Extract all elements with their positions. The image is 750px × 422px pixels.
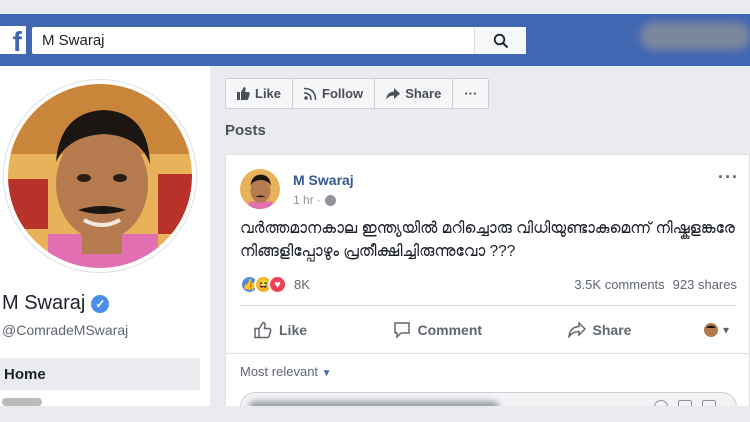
profile-picture[interactable] <box>4 80 196 272</box>
search-bar[interactable]: M Swaraj <box>32 27 526 54</box>
like-page-button[interactable]: Like <box>226 79 294 108</box>
share-count[interactable]: 923 shares <box>673 277 737 292</box>
thumbs-up-icon <box>237 87 250 100</box>
love-reaction-icon: ♥ <box>268 275 287 294</box>
post-like-button[interactable]: Like <box>240 321 321 339</box>
reaction-summary[interactable]: 👍 😆 ♥ 8K <box>240 275 310 294</box>
post-more-options[interactable]: ··· <box>718 167 739 188</box>
chevron-down-icon: ▾ <box>722 323 729 337</box>
redacted-area <box>640 22 750 50</box>
post-comment-button[interactable]: Comment <box>379 321 497 339</box>
reaction-count: 8K <box>294 277 310 292</box>
sidebar-item-next[interactable] <box>2 398 42 406</box>
profile-name-row: M Swaraj ✓ <box>2 292 110 315</box>
comment-sort-label: Most relevant <box>240 364 319 379</box>
facebook-page: f M Swaraj M Swaraj ✓ @ComradeMSwaraj Ho… <box>0 0 750 422</box>
sidebar-item-home[interactable]: Home <box>0 358 200 390</box>
share-label: Share <box>405 86 442 101</box>
page-avatar-icon <box>703 323 718 337</box>
post-share-label: Share <box>592 322 632 338</box>
search-input[interactable]: M Swaraj <box>32 32 474 49</box>
facebook-logo-icon[interactable]: f <box>0 26 26 54</box>
post-divider <box>240 305 737 306</box>
post-comment-label: Comment <box>417 322 483 338</box>
thumbs-up-outline-icon <box>254 321 272 339</box>
logo-letter: f <box>12 26 22 54</box>
comment-count[interactable]: 3.5K comments <box>574 277 664 292</box>
share-page-button[interactable]: Share <box>375 79 454 108</box>
post-share-button[interactable]: Share <box>554 322 646 338</box>
post-timestamp[interactable]: 1 hr · <box>293 193 337 207</box>
posts-heading: Posts <box>225 122 266 139</box>
caret-down-icon: ▼ <box>321 368 332 379</box>
verified-badge-icon: ✓ <box>91 294 110 313</box>
avatar <box>8 84 192 268</box>
follow-button[interactable]: Follow <box>293 79 376 108</box>
post-author-photo <box>240 169 280 209</box>
share-arrow-icon <box>386 87 401 99</box>
like-label: Like <box>255 86 282 101</box>
globe-icon <box>325 194 337 206</box>
page-action-bar: Like Follow Share ··· <box>225 78 490 109</box>
search-button[interactable] <box>474 27 526 54</box>
audience-picker[interactable]: ▾ <box>703 322 737 338</box>
search-icon <box>493 33 508 48</box>
bottom-background <box>0 406 750 422</box>
follow-label: Follow <box>322 86 364 101</box>
post-author-name[interactable]: M Swaraj <box>293 172 354 188</box>
profile-name[interactable]: M Swaraj <box>2 292 85 315</box>
post-body-text: വർത്തമാനകാല ഇന്ത്യയിൽ മറിച്ചൊരു വിധിയുണ്… <box>240 220 735 260</box>
top-background <box>0 0 750 14</box>
share-outline-icon <box>567 322 586 338</box>
post-action-bar: Like Comment Share ▾ <box>240 315 737 345</box>
more-options-button[interactable]: ··· <box>453 79 488 108</box>
post-like-label: Like <box>279 322 308 338</box>
profile-handle: @ComradeMSwaraj <box>2 322 129 338</box>
post-time-text: 1 hr · <box>293 193 322 207</box>
post-author-avatar[interactable] <box>240 169 280 209</box>
comment-sort-dropdown[interactable]: Most relevant ▼ <box>240 364 332 379</box>
comment-bubble-icon <box>393 322 410 339</box>
post-card: M Swaraj 1 hr · ··· വർത്തമാനകാല ഇന്ത്യയി… <box>225 154 750 354</box>
post-stats: 3.5K comments 923 shares <box>574 277 737 292</box>
profile-photo <box>8 84 192 268</box>
rss-follow-icon <box>304 87 317 100</box>
more-icon: ··· <box>464 86 478 101</box>
